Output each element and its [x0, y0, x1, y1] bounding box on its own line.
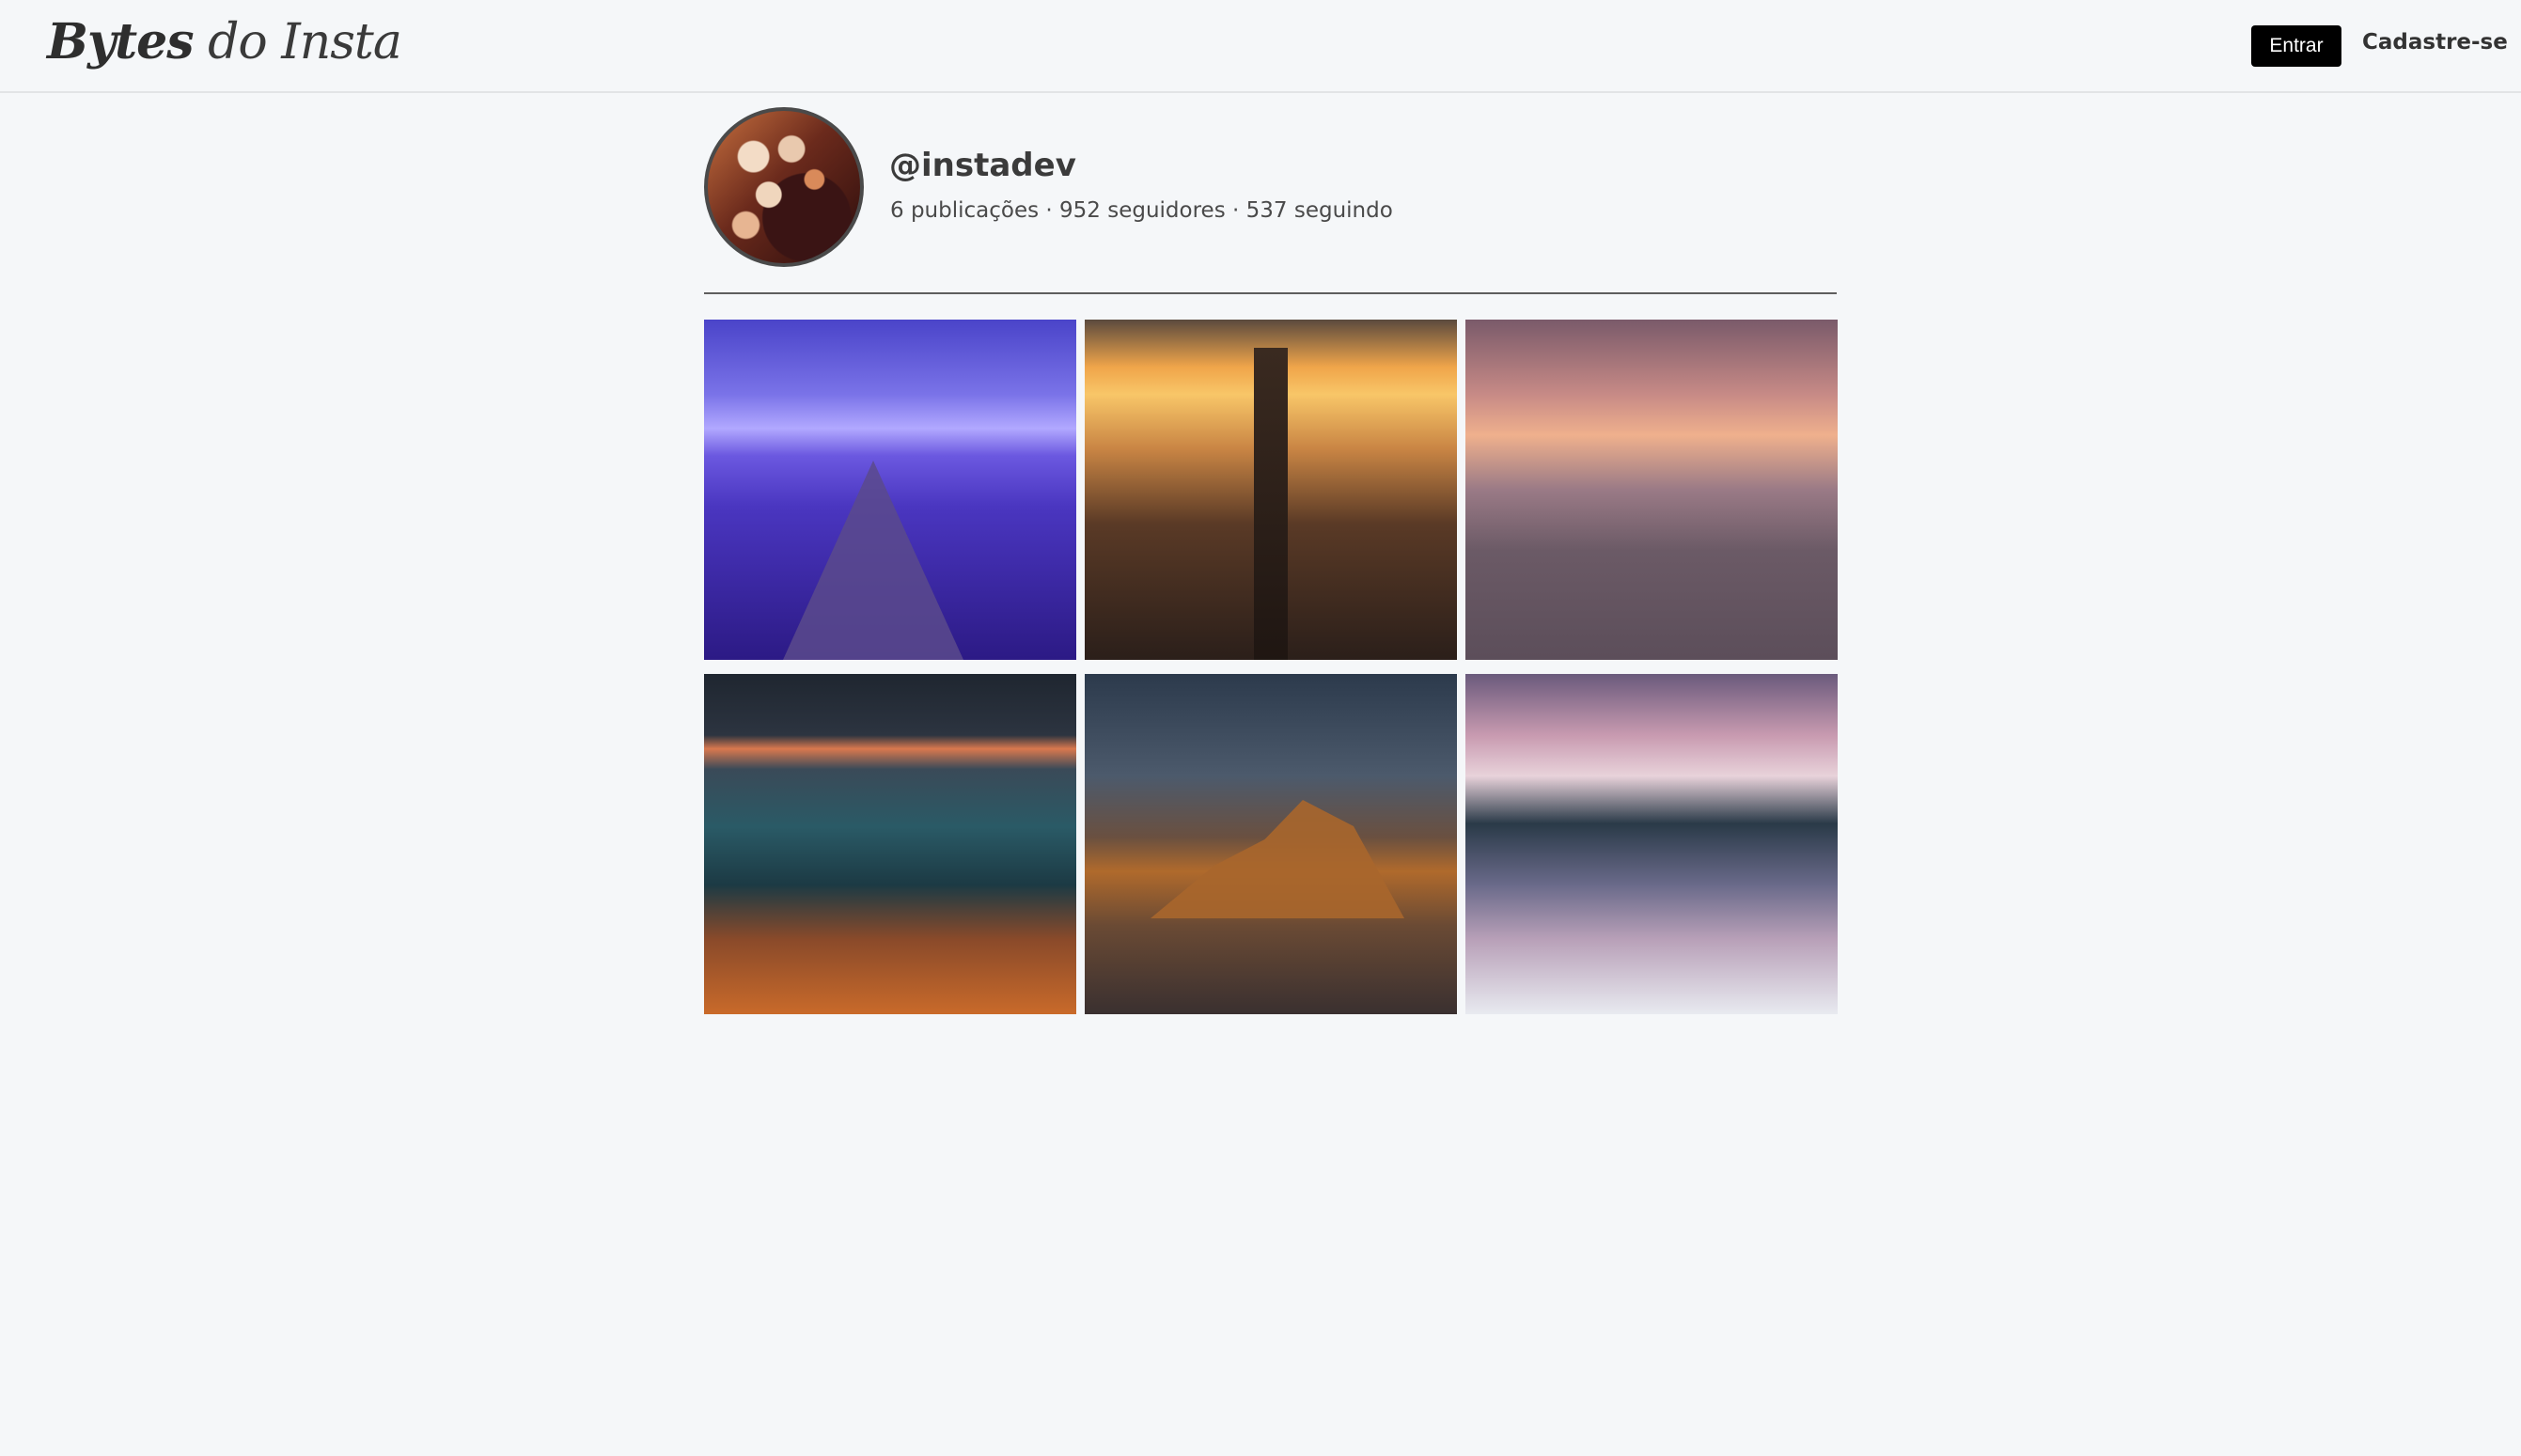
logo-text: do Insta	[193, 14, 402, 70]
photo-post-misty-field[interactable]	[1465, 320, 1838, 660]
photo-post-lightning-mountain[interactable]	[1085, 674, 1457, 1014]
login-button[interactable]: Entrar	[2251, 25, 2341, 67]
brand-logo[interactable]: Bytes do Insta	[47, 13, 402, 70]
profile-stats: 6 publicações · 952 seguidores · 537 seg…	[890, 198, 1393, 223]
signup-link[interactable]: Cadastre-se	[2362, 30, 2508, 55]
photo-post-city-skyline[interactable]	[1085, 320, 1457, 660]
avatar	[704, 107, 864, 267]
photo-post-pier-lake[interactable]	[704, 320, 1076, 660]
photo-post-coastal-town[interactable]	[704, 674, 1076, 1014]
profile-divider	[704, 292, 1837, 294]
logo-bold-text: Bytes	[47, 13, 195, 70]
profile-username: @instadev	[889, 147, 1076, 184]
top-navigation-bar: Bytes do Insta Entrar Cadastre-se	[0, 0, 2521, 93]
photo-post-snowy-lake[interactable]	[1465, 674, 1838, 1014]
